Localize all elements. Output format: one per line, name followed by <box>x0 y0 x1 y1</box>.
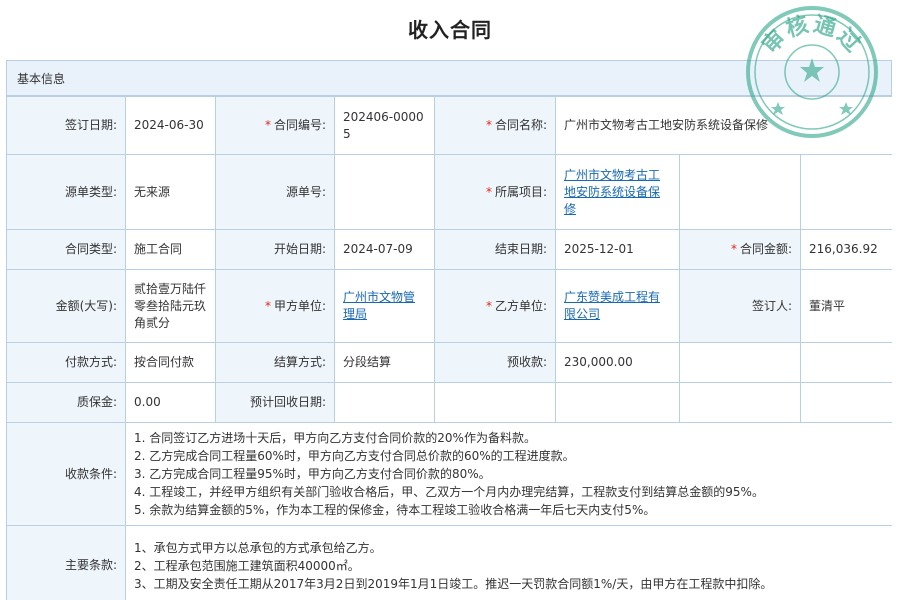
settle-method-label: 结算方式: <box>215 342 335 383</box>
party-a-link[interactable]: 广州市文物管理局 <box>343 290 415 321</box>
terms-value: 1. 合同签订乙方进场十天后，甲方向乙方支付合同价款的20%作为备料款。 2. … <box>125 422 892 526</box>
table-row: 付款方式: 按合同付款 结算方式: 分段结算 预收款: 230,000.00 <box>6 342 892 383</box>
party-a-value: 广州市文物管理局 <box>334 269 435 343</box>
terms-item: 5. 余款为结算金额的5%，作为本工程的保修金，待本工程竣工验收合格满一年后七天… <box>134 503 656 517</box>
page-title: 收入合同 <box>408 18 492 42</box>
amount-label: * 合同金额: <box>679 229 801 270</box>
empty-cell <box>800 154 892 230</box>
empty-cell <box>555 382 680 423</box>
party-b-label: * 乙方单位: <box>434 269 556 343</box>
empty-cell <box>800 342 892 383</box>
expected-date-value <box>334 382 435 423</box>
empty-cell <box>434 382 556 423</box>
source-type-value: 无来源 <box>125 154 216 230</box>
empty-cell <box>679 154 801 230</box>
project-label: * 所属项目: <box>434 154 556 230</box>
contract-detail-table: 签订日期: 2024-06-30 * 合同编号: 202406-00005 * 合同… <box>6 96 892 600</box>
sign-date-label: 签订日期: <box>6 96 126 155</box>
main-terms-value: 1、承包方式甲方以总承包的方式承包给乙方。 2、工程承包范围施工建筑面积4000… <box>125 525 892 600</box>
terms-label: 收款条件: <box>6 422 126 526</box>
signer-label: 签订人: <box>679 269 801 343</box>
terms-item: 3. 乙方完成合同工程量95%时，甲方向乙方支付合同价款的80%。 <box>134 467 491 481</box>
required-mark: * <box>485 184 492 199</box>
required-mark: * <box>485 118 492 132</box>
party-b-link[interactable]: 广东赞美成工程有限公司 <box>564 290 660 321</box>
source-no-value <box>334 154 435 230</box>
contract-no-value: 202406-00005 <box>334 96 435 155</box>
empty-cell <box>679 382 801 423</box>
party-a-label: * 甲方单位: <box>215 269 335 343</box>
source-type-label: 源单类型: <box>6 154 126 230</box>
contract-name-label: * 合同名称: <box>434 96 556 155</box>
project-value: 广州市文物考古工地安防系统设备保修 <box>555 154 680 230</box>
amount-cn-label: 金额(大写): <box>6 269 126 343</box>
terms-item: 4. 工程竣工，并经甲方组织有关部门验收合格后，甲、乙双方一个月内办理完结算，工… <box>134 485 764 499</box>
amount-cn-value: 贰拾壹万陆仟零叁拾陆元玖角贰分 <box>125 269 216 343</box>
empty-cell <box>800 382 892 423</box>
main-terms-label: 主要条款: <box>6 525 126 600</box>
start-date-value: 2024-07-09 <box>334 229 435 270</box>
main-terms-item: 2、工程承包范围施工建筑面积40000㎡。 <box>134 558 360 573</box>
section-header-basic-info: 基本信息 <box>6 60 892 96</box>
contract-name-value: 广州市文物考古工地安防系统设备保修 <box>555 96 892 155</box>
table-row: 收款条件: 1. 合同签订乙方进场十天后，甲方向乙方支付合同价款的20%作为备料… <box>6 422 892 526</box>
contract-no-label: * 合同编号: <box>215 96 335 155</box>
terms-item: 1. 合同签订乙方进场十天后，甲方向乙方支付合同价款的20%作为备料款。 <box>134 431 536 445</box>
contract-type-label: 合同类型: <box>6 229 126 270</box>
required-mark: * <box>264 298 271 313</box>
deposit-label: 质保金: <box>6 382 126 423</box>
empty-cell <box>679 342 801 383</box>
table-row: 主要条款: 1、承包方式甲方以总承包的方式承包给乙方。 2、工程承包范围施工建筑… <box>6 525 892 600</box>
contract-type-value: 施工合同 <box>125 229 216 270</box>
source-no-label: 源单号: <box>215 154 335 230</box>
end-date-value: 2025-12-01 <box>555 229 680 270</box>
expected-date-label: 预计回收日期: <box>215 382 335 423</box>
main-terms-item: 1、承包方式甲方以总承包的方式承包给乙方。 <box>134 540 382 555</box>
table-row: 源单类型: 无来源 源单号: * 所属项目: 广州市文物考古工地安防系统设备保修 <box>6 154 892 230</box>
amount-value: 216,036.92 <box>800 229 892 270</box>
deposit-value: 0.00 <box>125 382 216 423</box>
end-date-label: 结束日期: <box>434 229 556 270</box>
settle-method-value: 分段结算 <box>334 342 435 383</box>
signer-value: 董清平 <box>800 269 892 343</box>
contract-form: 基本信息 签订日期: 2024-06-30 * 合同编号: 202406-0000… <box>6 60 892 600</box>
sign-date-value: 2024-06-30 <box>125 96 216 155</box>
terms-item: 2. 乙方完成合同工程量60%时，甲方向乙方支付合同总价款的60%的工程进度款。 <box>134 449 575 463</box>
pay-method-label: 付款方式: <box>6 342 126 383</box>
required-mark: * <box>264 118 271 132</box>
party-b-value: 广东赞美成工程有限公司 <box>555 269 680 343</box>
prepay-label: 预收款: <box>434 342 556 383</box>
pay-method-value: 按合同付款 <box>125 342 216 383</box>
table-row: 金额(大写): 贰拾壹万陆仟零叁拾陆元玖角贰分 * 甲方单位: 广州市文物管理局 … <box>6 269 892 343</box>
main-terms-item: 3、工期及安全责任工期从2017年3月2日到2019年1月1日竣工。推迟一天罚款… <box>134 576 773 591</box>
prepay-value: 230,000.00 <box>555 342 680 383</box>
table-row: 质保金: 0.00 预计回收日期: <box>6 382 892 423</box>
start-date-label: 开始日期: <box>215 229 335 270</box>
required-mark: * <box>485 298 492 313</box>
table-row: 签订日期: 2024-06-30 * 合同编号: 202406-00005 * 合同… <box>6 96 892 155</box>
table-row: 合同类型: 施工合同 开始日期: 2024-07-09 结束日期: 2025-1… <box>6 229 892 270</box>
required-mark: * <box>730 242 737 256</box>
project-link[interactable]: 广州市文物考古工地安防系统设备保修 <box>564 168 660 216</box>
